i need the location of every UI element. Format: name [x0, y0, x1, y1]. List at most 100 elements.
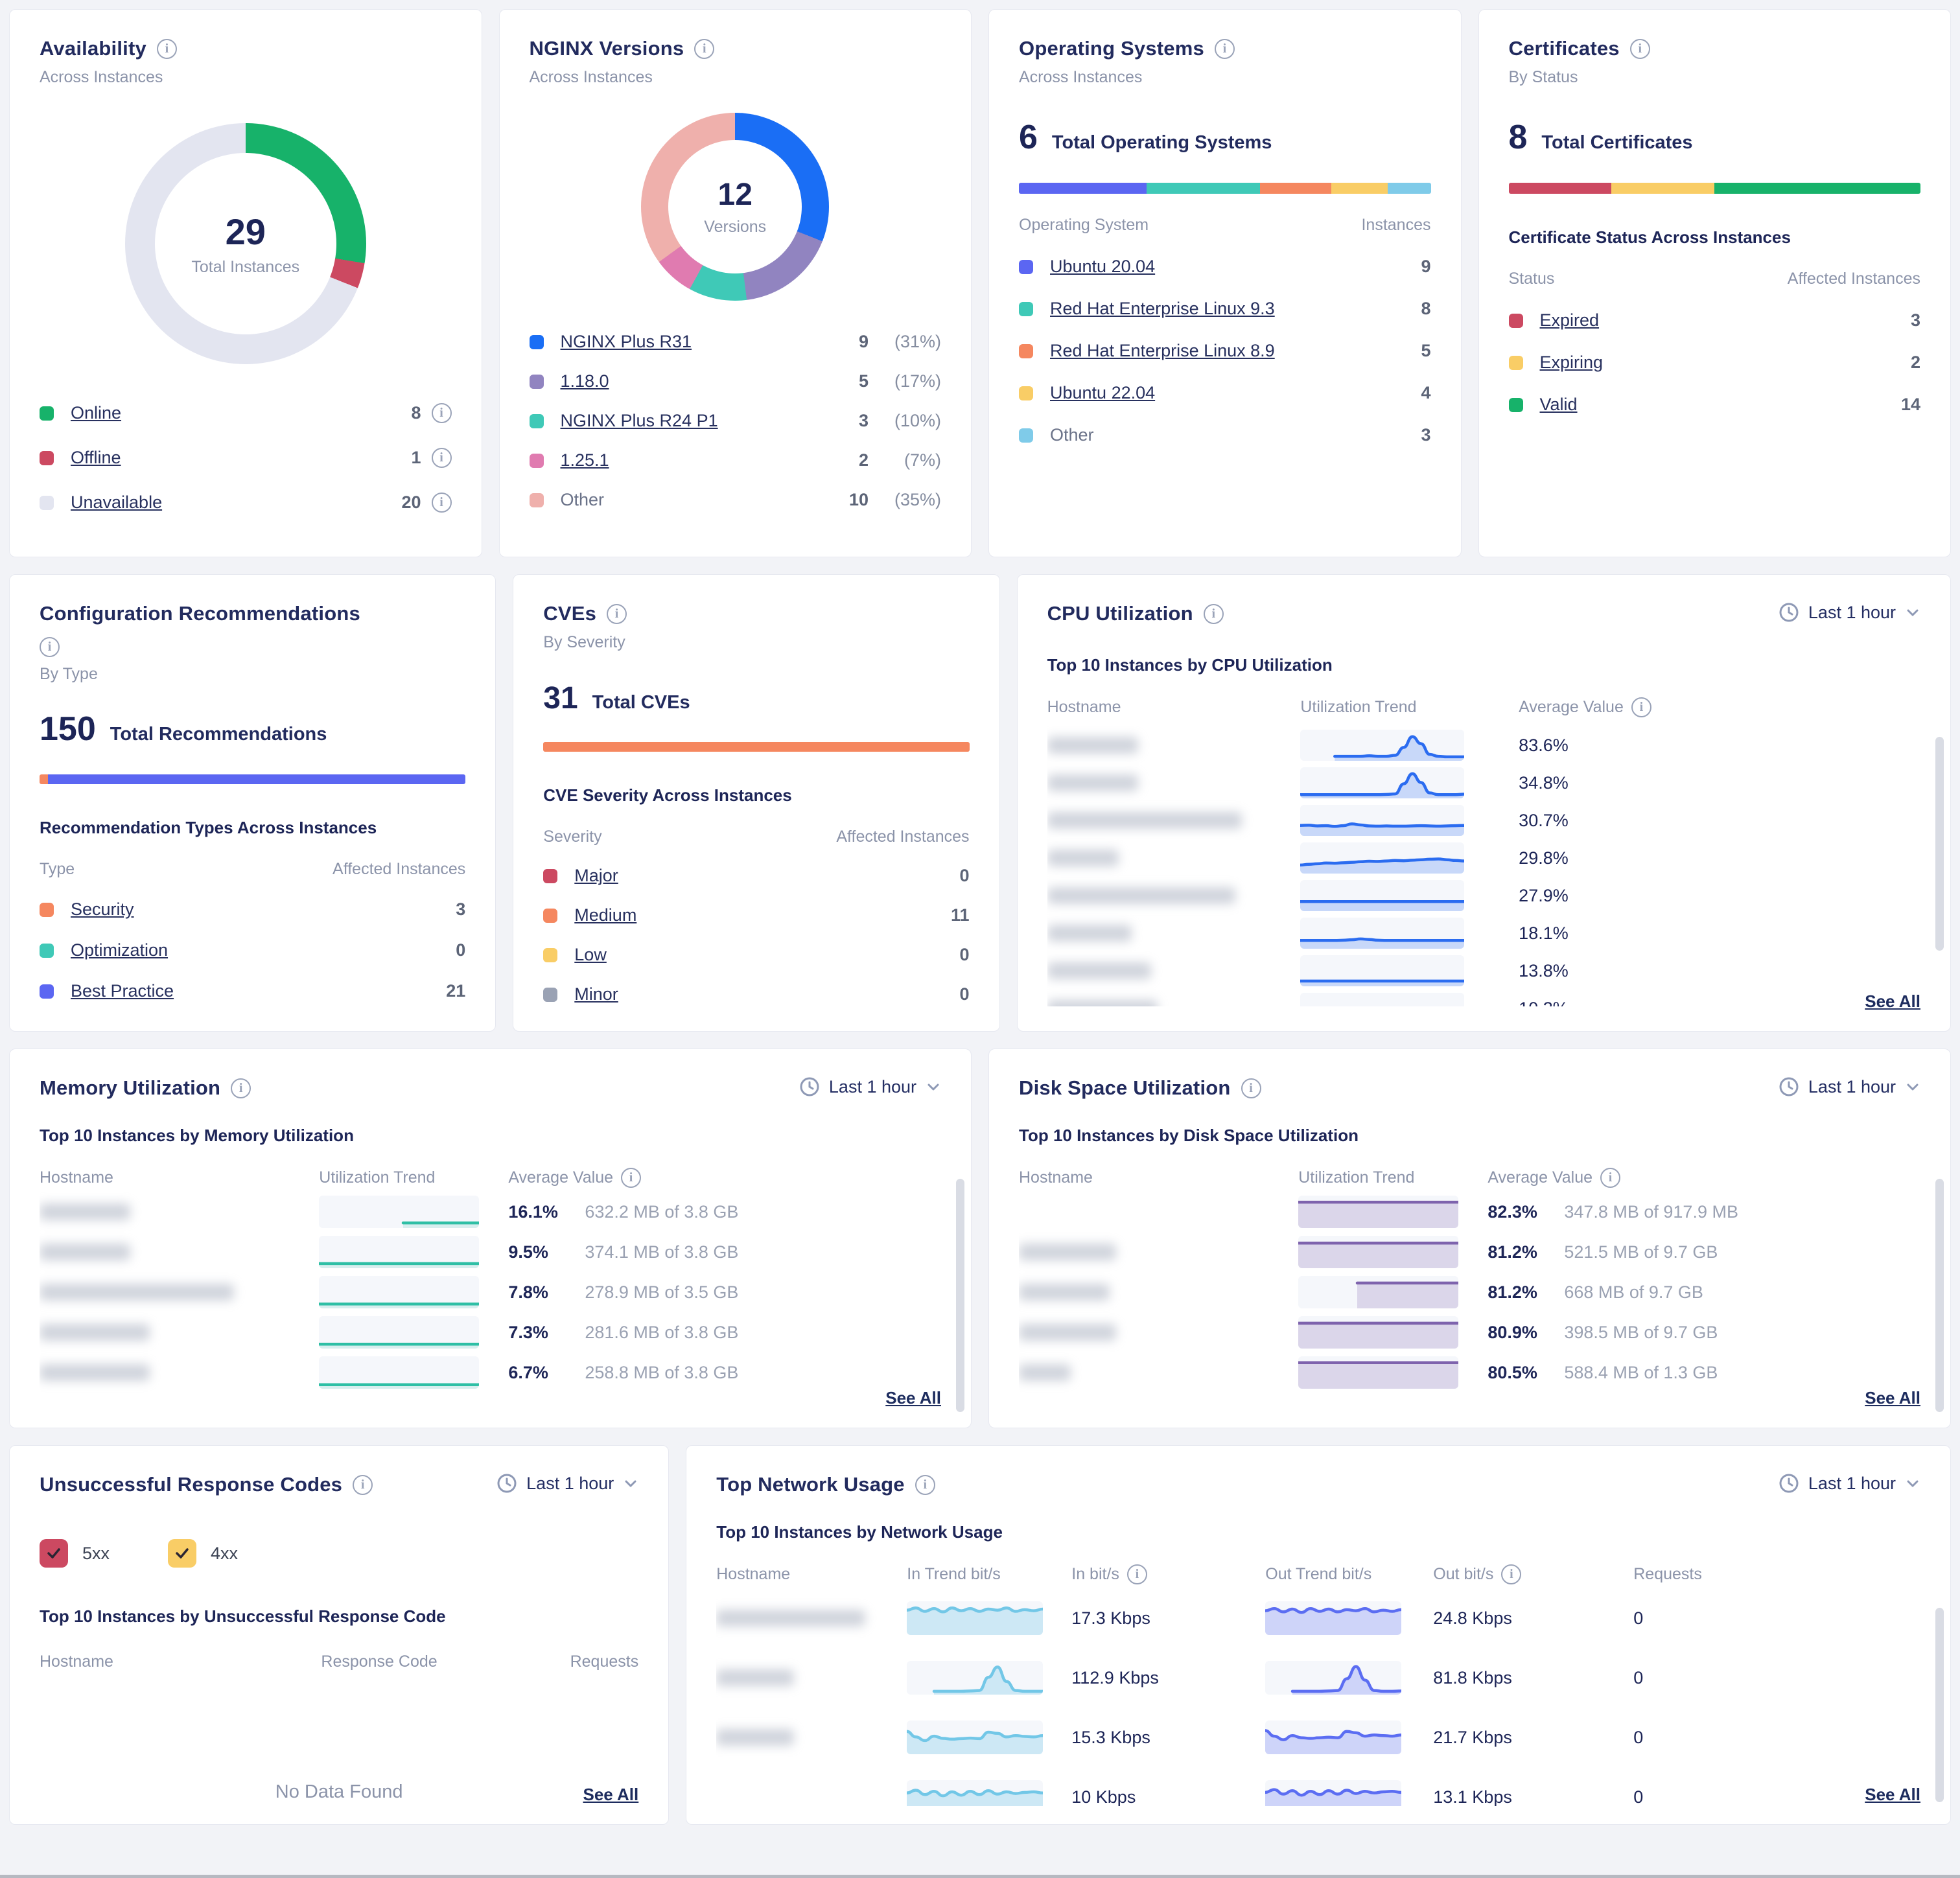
col-out: Out bit/si: [1433, 1564, 1605, 1584]
info-icon[interactable]: i: [353, 1475, 373, 1495]
cpu-row[interactable]: 10.3%: [1047, 990, 1920, 1006]
see-all-link[interactable]: See All: [1865, 1785, 1920, 1805]
checkbox-4xx-checked[interactable]: [168, 1539, 196, 1568]
expired-link[interactable]: Expired: [1540, 310, 1600, 330]
disk-row[interactable]: 82.3%347.8 MB of 917.9 MB: [1019, 1192, 1920, 1232]
info-icon[interactable]: i: [1600, 1168, 1620, 1188]
cpu-row[interactable]: 13.8%: [1047, 952, 1920, 990]
os-link[interactable]: Red Hat Enterprise Linux 9.3: [1050, 299, 1275, 319]
security-link[interactable]: Security: [71, 899, 134, 920]
disk-row[interactable]: 81.2%668 MB of 9.7 GB: [1019, 1272, 1920, 1312]
disk-row[interactable]: 80.5%588.4 MB of 1.3 GB: [1019, 1352, 1920, 1393]
info-icon[interactable]: i: [432, 493, 452, 513]
info-icon[interactable]: i: [1204, 604, 1224, 624]
top-network-usage-card: Top Network Usage i Last 1 hour Top 10 I…: [686, 1445, 1951, 1825]
time-range-selector[interactable]: Last 1 hour: [1779, 602, 1920, 623]
os-link[interactable]: Ubuntu 20.04: [1050, 257, 1155, 277]
info-icon[interactable]: i: [432, 403, 452, 423]
info-icon[interactable]: i: [1127, 1564, 1147, 1584]
info-icon[interactable]: i: [432, 448, 452, 468]
filter-5xx[interactable]: 5xx: [40, 1539, 110, 1568]
info-icon[interactable]: i: [157, 39, 177, 59]
time-range-selector[interactable]: Last 1 hour: [1779, 1076, 1920, 1097]
time-range-selector[interactable]: Last 1 hour: [496, 1473, 638, 1494]
scrollbar[interactable]: [1935, 1179, 1944, 1412]
disk-row[interactable]: 81.2%521.5 MB of 9.7 GB: [1019, 1232, 1920, 1272]
time-range-selector[interactable]: Last 1 hour: [1779, 1473, 1920, 1494]
cpu-row[interactable]: 83.6%: [1047, 726, 1920, 764]
memory-row[interactable]: 7.3%281.6 MB of 3.8 GB: [40, 1312, 941, 1352]
offline-link[interactable]: Offline: [71, 448, 121, 468]
checkbox-5xx-checked[interactable]: [40, 1539, 68, 1568]
time-range-selector[interactable]: Last 1 hour: [799, 1076, 941, 1097]
network-row[interactable]: 112.9 Kbps 81.8 Kbps 0: [716, 1652, 1920, 1704]
see-all-link[interactable]: See All: [583, 1785, 639, 1805]
card-title: Certificates: [1509, 37, 1620, 60]
minor-count: 0: [960, 984, 970, 1004]
medium-link[interactable]: Medium: [574, 905, 636, 925]
info-icon[interactable]: i: [40, 637, 60, 657]
memory-row[interactable]: 9.5%374.1 MB of 3.8 GB: [40, 1232, 941, 1272]
hostname-blurred: [40, 1244, 130, 1260]
cpu-row[interactable]: 27.9%: [1047, 877, 1920, 914]
network-row[interactable]: 15.3 Kbps 21.7 Kbps 0: [716, 1711, 1920, 1763]
major-link[interactable]: Major: [574, 866, 618, 886]
hostname-blurred: [1019, 1324, 1116, 1341]
info-icon[interactable]: i: [1501, 1564, 1521, 1584]
version-link[interactable]: 1.25.1: [561, 450, 609, 470]
see-all-link[interactable]: See All: [1865, 991, 1920, 1012]
scrollbar[interactable]: [956, 1179, 964, 1412]
valid-link[interactable]: Valid: [1540, 395, 1578, 415]
col-trend: Utilization Trend: [1300, 698, 1519, 717]
cpu-row[interactable]: 30.7%: [1047, 802, 1920, 839]
info-icon[interactable]: i: [231, 1078, 251, 1098]
cpu-row[interactable]: 34.8%: [1047, 764, 1920, 802]
cpu-row[interactable]: 18.1%: [1047, 914, 1920, 952]
memory-row[interactable]: 7.8%278.9 MB of 3.5 GB: [40, 1272, 941, 1312]
info-icon[interactable]: i: [915, 1475, 935, 1495]
low-link[interactable]: Low: [574, 945, 607, 965]
disk-row[interactable]: 80.9%398.5 MB of 9.7 GB: [1019, 1312, 1920, 1352]
see-all-link[interactable]: See All: [885, 1388, 941, 1408]
info-icon[interactable]: i: [1631, 697, 1651, 717]
hostname-blurred: [1047, 737, 1138, 754]
expiring-link[interactable]: Expiring: [1540, 353, 1604, 373]
network-row[interactable]: 17.3 Kbps 24.8 Kbps 0: [716, 1592, 1920, 1644]
memory-pct: 7.3%: [508, 1323, 585, 1343]
info-icon[interactable]: i: [694, 39, 714, 59]
os-link[interactable]: Red Hat Enterprise Linux 8.9: [1050, 341, 1275, 361]
network-row[interactable]: 10 Kbps 13.1 Kbps 0: [716, 1771, 1920, 1806]
cpu-row[interactable]: 29.8%: [1047, 839, 1920, 877]
security-count: 3: [456, 899, 465, 920]
best-practice-link[interactable]: Best Practice: [71, 981, 174, 1001]
low-dot: [543, 948, 557, 962]
info-icon[interactable]: i: [1241, 1078, 1261, 1098]
disk-detail: 668 MB of 9.7 GB: [1564, 1282, 1703, 1302]
version-link[interactable]: NGINX Plus R31: [561, 332, 692, 352]
info-icon[interactable]: i: [1630, 39, 1650, 59]
minor-link[interactable]: Minor: [574, 984, 618, 1004]
version-link[interactable]: 1.18.0: [561, 371, 609, 391]
os-dot: [1019, 386, 1033, 400]
info-icon[interactable]: i: [621, 1168, 641, 1188]
best-practice-count: 21: [446, 981, 465, 1001]
optimization-link[interactable]: Optimization: [71, 940, 168, 960]
unavailable-link[interactable]: Unavailable: [71, 493, 162, 513]
version-link[interactable]: NGINX Plus R24 P1: [561, 411, 718, 431]
info-icon[interactable]: i: [1215, 39, 1235, 59]
info-icon[interactable]: i: [607, 604, 627, 624]
filter-4xx[interactable]: 4xx: [168, 1539, 238, 1568]
online-link[interactable]: Online: [71, 403, 121, 423]
nginx-versions-donut-chart[interactable]: 12 Versions: [641, 113, 829, 301]
os-row: Ubuntu 20.04 9: [1019, 257, 1431, 277]
memory-row[interactable]: 16.1%632.2 MB of 3.8 GB: [40, 1192, 941, 1232]
out-trend-sparkline: [1265, 1780, 1401, 1806]
memory-sparkline: [319, 1276, 479, 1308]
memory-row[interactable]: 6.7%258.8 MB of 3.8 GB: [40, 1352, 941, 1393]
see-all-link[interactable]: See All: [1865, 1388, 1920, 1408]
disk-sparkline: [1298, 1276, 1458, 1308]
os-link[interactable]: Ubuntu 22.04: [1050, 383, 1155, 403]
availability-donut-chart[interactable]: 29 Total Instances: [125, 123, 366, 364]
scrollbar[interactable]: [1935, 1608, 1944, 1802]
scrollbar[interactable]: [1935, 737, 1944, 951]
